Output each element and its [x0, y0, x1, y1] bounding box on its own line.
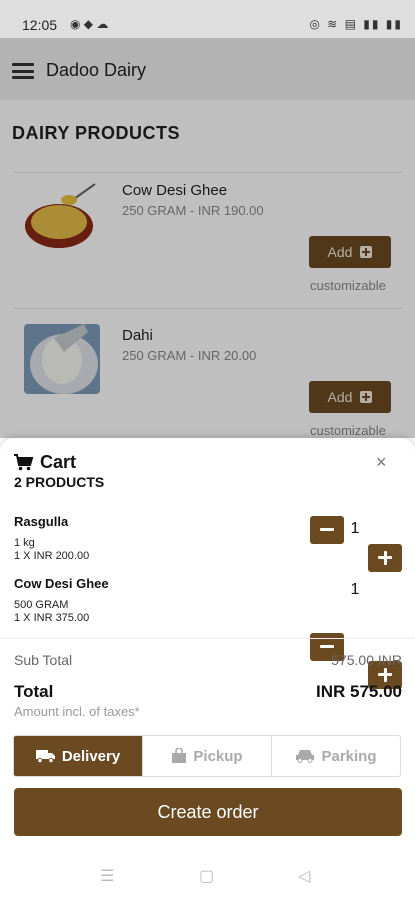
- cart-item-name: Cow Desi Ghee: [14, 576, 109, 591]
- option-parking-label: Parking: [321, 747, 377, 765]
- cart-item-price: 1 X INR 375.00: [14, 612, 90, 624]
- tax-note: Amount incl. of taxes*: [14, 704, 140, 719]
- system-status-icons: ◎ ≋ ▤ ▮▮ ▮▮: [309, 17, 403, 31]
- cart-item-unit: 500 GRAM: [14, 599, 69, 611]
- subtotal-label: Sub Total: [14, 652, 73, 668]
- decrease-button[interactable]: [310, 516, 344, 544]
- quantity-value: 1: [350, 520, 360, 537]
- total-label: Total: [14, 682, 54, 701]
- totals-divider: [0, 638, 415, 639]
- notification-icons: ◉ ◆ ☁: [70, 17, 109, 31]
- modal-overlay[interactable]: [0, 38, 415, 438]
- option-parking[interactable]: Parking: [272, 736, 400, 776]
- car-icon: [296, 750, 315, 763]
- create-order-button[interactable]: Create order: [14, 788, 402, 836]
- option-pickup-label: Pickup: [193, 747, 243, 765]
- cart-item-price: 1 X INR 200.00: [14, 550, 90, 562]
- option-delivery[interactable]: Delivery: [14, 736, 143, 776]
- home-icon[interactable]: ▢: [199, 866, 214, 886]
- total-value: INR 575.00: [316, 682, 402, 701]
- increase-button[interactable]: [368, 544, 402, 572]
- cart-count: 2 PRODUCTS: [14, 474, 105, 490]
- fulfilment-options: Delivery Pickup Parking: [13, 735, 401, 777]
- cart-icon: [14, 454, 34, 471]
- cart-title-text: Cart: [40, 452, 77, 472]
- cart-title: Cart: [14, 452, 76, 473]
- option-delivery-label: Delivery: [61, 747, 121, 765]
- status-time: 12:05: [22, 17, 58, 33]
- subtotal-value: 575.00 INR: [331, 652, 402, 668]
- cart-item-name: Rasgulla: [14, 514, 69, 529]
- back-icon[interactable]: ◁: [298, 866, 310, 886]
- truck-icon: [35, 750, 55, 763]
- shopping-bag-icon: [172, 748, 187, 763]
- option-pickup[interactable]: Pickup: [143, 736, 272, 776]
- close-icon[interactable]: ×: [376, 452, 387, 473]
- quantity-value: 1: [350, 581, 360, 598]
- cart-item-unit: 1 kg: [14, 537, 35, 549]
- recent-apps-icon[interactable]: ☰: [100, 866, 114, 886]
